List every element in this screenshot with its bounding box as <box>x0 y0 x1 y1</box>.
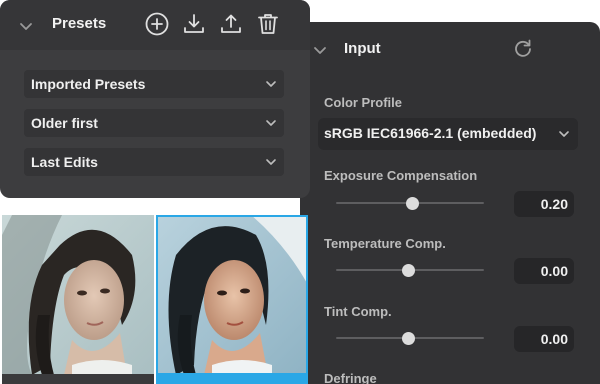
last-edits-dropdown[interactable]: Last Edits <box>24 148 284 176</box>
temperature-slider-track[interactable] <box>336 263 484 277</box>
dropdown-label: Older first <box>31 115 98 131</box>
chevron-down-icon <box>559 131 569 137</box>
dropdown-label: Imported Presets <box>31 76 146 92</box>
chevron-down-icon[interactable] <box>312 42 328 58</box>
presets-panel: Presets Imported Presets Older first Las… <box>0 0 310 198</box>
tint-slider-track[interactable] <box>336 331 484 345</box>
exposure-compensation-label: Exposure Compensation <box>324 168 478 183</box>
tint-comp-label: Tint Comp. <box>324 304 392 319</box>
tint-value-field[interactable]: 0.00 <box>514 326 574 352</box>
input-panel: Input Color Profile sRGB IEC61966-2.1 (e… <box>300 22 600 384</box>
selected-thumbnail-indicator <box>156 374 308 384</box>
chevron-down-icon <box>266 120 276 126</box>
preset-thumbnail-original[interactable] <box>2 215 154 375</box>
dropdown-label: Last Edits <box>31 154 98 170</box>
imported-presets-dropdown[interactable]: Imported Presets <box>24 70 284 98</box>
input-panel-header[interactable]: Input <box>300 22 600 78</box>
chevron-down-icon[interactable] <box>18 18 34 34</box>
portrait-image <box>156 215 308 375</box>
color-profile-select[interactable]: sRGB IEC61966-2.1 (embedded) <box>318 118 578 150</box>
exposure-slider-track[interactable] <box>336 196 484 210</box>
color-profile-label: Color Profile <box>324 95 403 110</box>
tint-slider-thumb[interactable] <box>402 331 416 345</box>
sort-order-dropdown[interactable]: Older first <box>24 109 284 137</box>
defringe-label: Defringe <box>324 371 377 384</box>
editor-screen: Input Color Profile sRGB IEC61966-2.1 (e… <box>0 0 600 384</box>
chevron-down-icon <box>266 81 276 87</box>
temperature-comp-label: Temperature Comp. <box>324 236 446 251</box>
presets-panel-title: Presets <box>52 15 107 32</box>
input-panel-title: Input <box>344 40 381 57</box>
trash-icon[interactable] <box>255 11 281 37</box>
portrait-image <box>2 215 154 375</box>
download-icon[interactable] <box>181 11 207 37</box>
upload-icon[interactable] <box>218 11 244 37</box>
color-profile-value: sRGB IEC61966-2.1 (embedded) <box>324 125 537 141</box>
add-circle-icon[interactable] <box>144 11 170 37</box>
color-profile-chevron-wrap <box>552 118 578 150</box>
preset-thumbnail-selected[interactable] <box>156 215 308 375</box>
reset-icon[interactable] <box>512 38 534 60</box>
thumbnail-caption-bar <box>2 374 154 384</box>
temperature-value-field[interactable]: 0.00 <box>514 258 574 284</box>
exposure-slider-thumb[interactable] <box>406 196 420 210</box>
chevron-down-icon <box>266 159 276 165</box>
temperature-slider-thumb[interactable] <box>402 263 416 277</box>
exposure-value-field[interactable]: 0.20 <box>514 191 574 217</box>
presets-panel-header[interactable]: Presets <box>0 0 310 50</box>
